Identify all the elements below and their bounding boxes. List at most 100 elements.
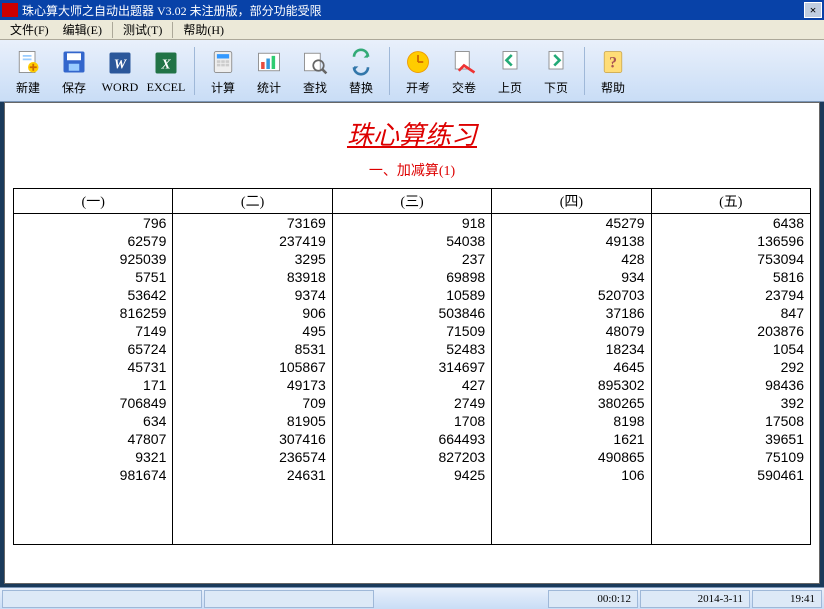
table-cell: 7149 [14,322,173,340]
table-cell: 9374 [173,286,332,304]
table-cell: 53642 [14,286,173,304]
table-cell: 54038 [332,232,491,250]
menubar: 文件(F) 编辑(E) 测试(T) 帮助(H) [0,20,824,40]
table-cell: 634 [14,412,173,430]
table-cell: 98436 [651,376,810,394]
stat-button[interactable]: 统计 [247,44,291,98]
table-cell: 65724 [14,340,173,358]
app-icon [2,3,18,17]
next-button[interactable]: 下页 [534,44,578,98]
table-header: (一) [14,189,173,214]
table-cell: 71509 [332,322,491,340]
excel-icon: X [150,47,182,79]
help-button[interactable]: ? 帮助 [591,44,635,98]
prev-icon [494,46,526,78]
menu-edit[interactable]: 编辑(E) [57,19,108,40]
table-cell: 45279 [492,214,651,233]
status-elapsed: 00:0:12 [548,590,638,608]
save-label: 保存 [62,79,86,96]
new-icon [12,46,44,78]
table-cell: 23794 [651,286,810,304]
toolbar-separator [389,47,390,95]
table-cell: 292 [651,358,810,376]
table-cell: 39651 [651,430,810,448]
table-row: 71494957150948079203876 [14,322,811,340]
table-cell: 709 [173,394,332,412]
menu-separator [112,22,113,38]
toolbar-separator [584,47,585,95]
menu-test[interactable]: 测试(T) [117,19,168,40]
table-cell: 490865 [492,448,651,466]
table-cell: 847 [651,304,810,322]
find-icon [299,46,331,78]
table-header: (二) [173,189,332,214]
table-cell: 136596 [651,232,810,250]
table-header: (三) [332,189,491,214]
menu-separator [172,22,173,38]
table-cell: 48079 [492,322,651,340]
submit-icon [448,46,480,78]
menu-help[interactable]: 帮助(H) [177,19,230,40]
start-button[interactable]: 开考 [396,44,440,98]
table-row: 7068497092749380265392 [14,394,811,412]
table-cell: 981674 [14,466,173,545]
table-cell: 895302 [492,376,651,394]
svg-text:?: ? [609,54,617,71]
table-cell: 73169 [173,214,332,233]
close-button[interactable]: × [804,2,822,18]
table-cell: 934 [492,268,651,286]
table-cell: 1708 [332,412,491,430]
table-cell: 3295 [173,250,332,268]
document-title: 珠心算练习 [5,115,819,152]
word-icon: W [104,47,136,79]
data-table: (一)(二)(三)(四)(五) 796731699184527964386257… [13,188,811,545]
table-cell: 5816 [651,268,810,286]
table-cell: 427 [332,376,491,394]
table-cell: 1621 [492,430,651,448]
table-cell: 428 [492,250,651,268]
table-cell: 10589 [332,286,491,304]
window-title: 珠心算大师之自动出题器 V3.02 未注册版，部分功能受限 [22,2,804,19]
table-cell: 1054 [651,340,810,358]
table-cell: 8198 [492,412,651,430]
save-button[interactable]: 保存 [52,44,96,98]
table-row: 65724853152483182341054 [14,340,811,358]
table-cell: 62579 [14,232,173,250]
replace-button[interactable]: 替换 [339,44,383,98]
document-subtitle: 一、加减算(1) [5,160,819,180]
stat-label: 统计 [257,79,281,96]
svg-text:W: W [114,57,128,72]
table-cell: 17508 [651,412,810,430]
find-button[interactable]: 查找 [293,44,337,98]
next-label: 下页 [544,79,568,96]
table-cell: 171 [14,376,173,394]
excel-button[interactable]: X EXCEL [144,44,188,98]
table-cell: 816259 [14,304,173,322]
menu-file[interactable]: 文件(F) [4,19,55,40]
table-cell: 906 [173,304,332,322]
prev-button[interactable]: 上页 [488,44,532,98]
table-cell: 6438 [651,214,810,233]
titlebar: 珠心算大师之自动出题器 V3.02 未注册版，部分功能受限 × [0,0,824,20]
table-row: 79673169918452796438 [14,214,811,233]
table-row: 9250393295237428753094 [14,250,811,268]
svg-text:X: X [160,57,171,72]
table-cell: 503846 [332,304,491,322]
table-cell: 106 [492,466,651,545]
status-cell-1 [2,590,202,608]
start-label: 开考 [406,79,430,96]
table-cell: 706849 [14,394,173,412]
table-cell: 392 [651,394,810,412]
help-icon: ? [597,46,629,78]
submit-button[interactable]: 交卷 [442,44,486,98]
find-label: 查找 [303,79,327,96]
document-area: 珠心算练习 一、加减算(1) (一)(二)(三)(四)(五) 796731699… [4,102,820,584]
table-cell: 753094 [651,250,810,268]
word-button[interactable]: W WORD [98,44,142,98]
table-cell: 8531 [173,340,332,358]
excel-label: EXCEL [147,80,186,95]
table-cell: 827203 [332,448,491,466]
stat-icon [253,46,285,78]
new-button[interactable]: 新建 [6,44,50,98]
calc-button[interactable]: 计算 [201,44,245,98]
